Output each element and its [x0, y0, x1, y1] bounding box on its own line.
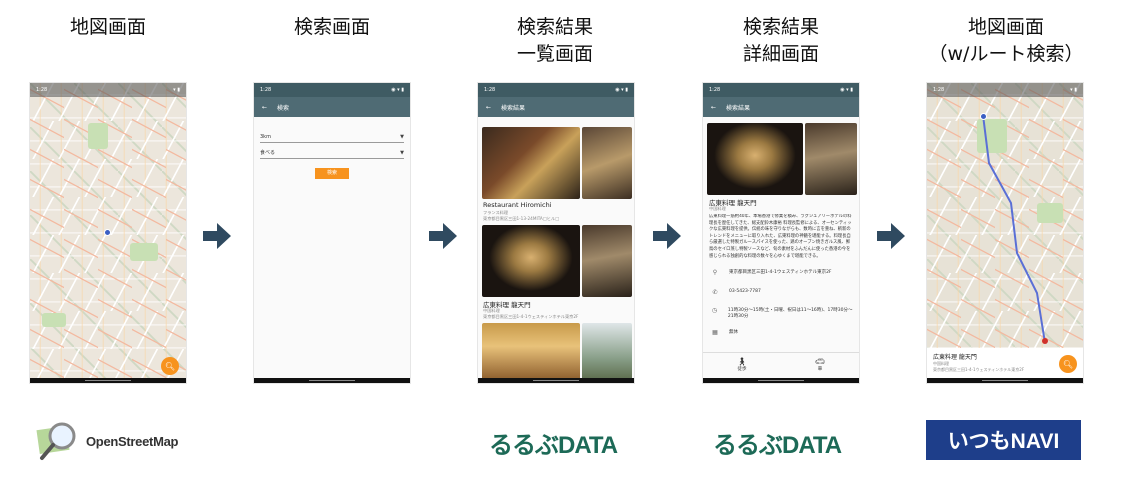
dropdown-caret-icon: ▼ — [400, 150, 404, 156]
car-icon: 🚗︎ — [814, 357, 826, 366]
screen-title-results: 検索結果 一覧画面 — [516, 16, 593, 65]
screen-title-map: 地図画面 — [69, 16, 146, 38]
back-arrow-icon[interactable]: ← — [711, 104, 716, 111]
screen-title-search: 検索画面 — [293, 16, 370, 38]
route-map[interactable] — [927, 83, 1083, 383]
app-bar-title: 検索結果 — [726, 104, 751, 112]
osm-logo: OpenStreetMap — [36, 418, 178, 464]
rurubu-data-logo-2: るるぶDATA — [713, 432, 842, 459]
status-bar: 1:28 ▾ ▮ — [927, 83, 1083, 97]
restaurant-photo — [582, 127, 632, 199]
result-name: Restaurant Hiromichi — [483, 201, 552, 209]
search-button[interactable]: 検索 — [315, 168, 349, 179]
nav-bar — [30, 378, 186, 383]
screen-title-route-map: 地図画面 （w/ルート検索） — [928, 16, 1084, 65]
search-icon: 🔍︎ — [1062, 359, 1074, 369]
nav-bar — [478, 378, 634, 383]
phone-route-map-screen: 1:28 ▾ ▮ 広東料理 龍天門 中国料理 東京都目黒区三田1-4-1ウェスティ… — [926, 82, 1084, 384]
status-bar: 1:28 ◉ ▾ ▮ — [478, 83, 634, 97]
status-bar: 1:28 ▾ ▮ — [30, 83, 186, 97]
restaurant-photo — [582, 225, 632, 297]
detail-address-row[interactable]: ⚲ 東京都目黒区三田1-4-1ウェスティンホテル東京2F — [711, 269, 853, 276]
walk-route-button[interactable]: 🚶︎ 徒歩 — [703, 353, 781, 378]
phone-results-screen: 1:28 ◉ ▾ ▮ ← 検索結果 Restaurant Hiromichi フラ… — [477, 82, 635, 384]
restaurant-photo — [582, 323, 632, 381]
destination-pin — [1042, 338, 1048, 344]
status-bar: 1:28 ◉ ▾ ▮ — [703, 83, 859, 97]
detail-phone-row[interactable]: ✆ 03-5423-7787 — [711, 289, 853, 296]
phone-detail-screen: 1:28 ◉ ▾ ▮ ← 検索結果 広東料理 龍天門 中国料理 広東料理一筋約40… — [702, 82, 860, 384]
distance-select[interactable]: 3km ▼ — [260, 127, 404, 143]
flow-arrow-icon — [203, 223, 231, 249]
category-select[interactable]: 食べる ▼ — [260, 143, 404, 159]
search-fab[interactable]: 🔍︎ — [161, 357, 179, 375]
app-bar-title: 検索結果 — [501, 104, 526, 112]
current-location-dot — [104, 229, 111, 236]
back-arrow-icon[interactable]: ← — [486, 104, 491, 111]
app-bar-title: 検索 — [277, 104, 290, 112]
detail-holiday-row: ▦ 無休 — [712, 329, 738, 336]
restaurant-photo — [482, 225, 580, 297]
nav-bar — [703, 378, 859, 383]
detail-hours-row: ◷ 11時30分〜15時(土・日曜、祝日は11〜16時)、17時30分〜21時30… — [711, 307, 853, 319]
phone-search-screen: 1:28 ◉ ▾ ▮ ← 検索 3km ▼ 食べる ▼ 検索 — [253, 82, 411, 384]
route-line — [982, 114, 1046, 344]
phone-map-screen: 1:28 ▾ ▮ 🔍︎ — [29, 82, 187, 384]
clock-icon: ◷ — [711, 307, 718, 314]
itsumo-navi-logo: いつもNAVI — [926, 420, 1081, 460]
result-address: 東京都目黒区三田1-4-1ウェスティンホテル東京2F — [483, 314, 579, 319]
walk-icon: 🚶︎ — [736, 357, 748, 366]
current-location-dot — [980, 113, 987, 120]
car-route-button[interactable]: 🚗︎ 車 — [781, 353, 859, 378]
back-arrow-icon[interactable]: ← — [262, 104, 267, 111]
detail-description: 広東料理一筋約40年、本場香港で修業を積み、ラグジュアリーホテルの料理長を歴任し… — [709, 214, 852, 259]
restaurant-photo — [707, 123, 803, 195]
app-bar: ← 検索結果 — [703, 97, 859, 117]
status-bar: 1:28 ◉ ▾ ▮ — [254, 83, 410, 97]
restaurant-photo — [482, 323, 580, 381]
location-pin-icon: ⚲ — [712, 269, 718, 276]
detail-category: 中国料理 — [709, 206, 726, 211]
result-address: 東京都目黒区三田1-13-24MITA□ヒル□ — [483, 216, 560, 221]
magnifier-map-icon — [36, 422, 76, 460]
flow-arrow-icon — [877, 223, 905, 249]
screen-title-detail: 検索結果 詳細画面 — [742, 16, 819, 65]
calendar-icon: ▦ — [712, 329, 718, 336]
rurubu-data-logo-1: るるぶDATA — [489, 432, 618, 459]
flow-arrow-icon — [653, 223, 681, 249]
route-actions: 🚶︎ 徒歩 🚗︎ 車 — [703, 352, 859, 378]
search-fab[interactable]: 🔍︎ — [1059, 355, 1077, 373]
flow-arrow-icon — [429, 223, 457, 249]
search-icon: 🔍︎ — [164, 361, 176, 371]
phone-icon: ✆ — [712, 289, 718, 296]
nav-bar — [254, 378, 410, 383]
nav-bar — [927, 378, 1083, 383]
restaurant-photo — [482, 127, 580, 199]
app-bar: ← 検索 — [254, 97, 410, 117]
dropdown-caret-icon: ▼ — [400, 134, 404, 140]
restaurant-photo — [805, 123, 857, 195]
app-bar: ← 検索結果 — [478, 97, 634, 117]
